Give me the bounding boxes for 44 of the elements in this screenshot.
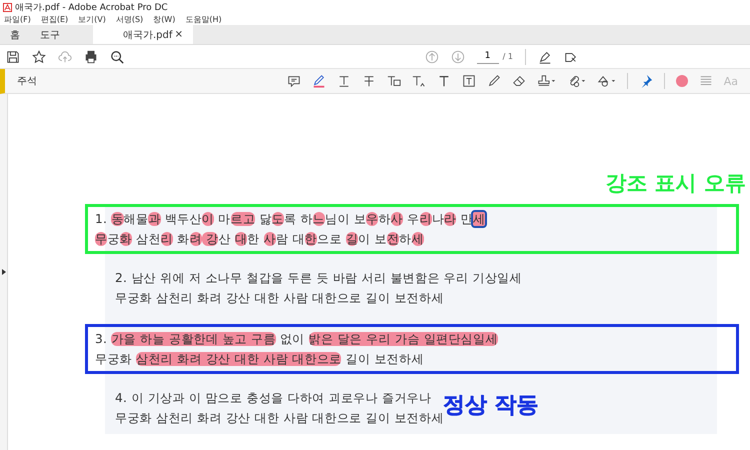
menu-item[interactable]: 창(W) bbox=[153, 14, 176, 25]
pen-sign-icon[interactable] bbox=[538, 50, 552, 64]
text-underline-icon[interactable] bbox=[336, 74, 351, 88]
highlighter-icon[interactable] bbox=[312, 74, 326, 88]
eraser-icon[interactable] bbox=[512, 74, 526, 88]
window-title: 애국가.pdf - Adobe Acrobat Pro DC bbox=[15, 2, 168, 14]
menu-item[interactable]: 편집(E) bbox=[40, 14, 68, 25]
text-line: 무궁화 삼천리 화려 강산 대한 사람 대한으로 길이 보전하세 bbox=[115, 410, 444, 427]
annotation-label: 정상 작동 bbox=[443, 392, 539, 420]
sticky-note-icon[interactable] bbox=[286, 74, 301, 88]
text-insert-icon[interactable] bbox=[412, 74, 426, 88]
menu-item[interactable]: 파일(F) bbox=[4, 14, 31, 25]
text-line: 4. 이 기상과 이 맘으로 충성을 다하여 괴로우나 즐거우나 bbox=[115, 390, 432, 407]
menu-item[interactable]: 도움말(H) bbox=[185, 14, 222, 25]
text-line: 무궁화 삼천리 화려 강산 대한 사람 대한으로 길이 보전하세 bbox=[95, 351, 424, 368]
page-count: / 1 bbox=[502, 52, 513, 61]
pdf-file-icon bbox=[3, 2, 12, 12]
line-width-icon[interactable] bbox=[698, 74, 713, 88]
text-line: 1. 동해물과 백두산이 마르고 닳도록 하느님이 보우하사 우리 나라 만세 bbox=[95, 211, 486, 228]
stamp-icon[interactable] bbox=[536, 74, 556, 88]
text-strikethrough-icon[interactable] bbox=[362, 74, 376, 88]
shapes-icon[interactable] bbox=[596, 74, 616, 88]
menu-item[interactable]: 서명(S) bbox=[116, 14, 144, 25]
text-line: 3. 가을 하늘 공활한데 높고 구름 없이 밝은 달은 우리 가슴 일편단심일세 bbox=[95, 331, 498, 348]
tab[interactable]: 홈 bbox=[0, 25, 30, 44]
expand-arrow-icon[interactable] bbox=[2, 269, 6, 275]
pencil-icon[interactable] bbox=[486, 74, 501, 88]
text-box-icon[interactable] bbox=[462, 74, 476, 88]
text-line: 무궁화 삼천리 화려 강산 대한 사람 대한으로 길이 보전하세 bbox=[115, 290, 444, 307]
print-icon[interactable] bbox=[84, 50, 98, 64]
tab-label[interactable]: 애국가.pdf bbox=[123, 28, 172, 42]
close-icon[interactable]: × bbox=[174, 29, 183, 40]
text-line: 2. 남산 위에 저 소나무 철갑을 두른 듯 바람 서리 불변함은 우리 기상일세 bbox=[115, 270, 522, 287]
menu-item[interactable]: 보기(V) bbox=[78, 14, 106, 25]
color-swatch[interactable] bbox=[676, 75, 688, 87]
text-tool-icon[interactable] bbox=[436, 74, 451, 88]
star-icon[interactable] bbox=[32, 50, 46, 64]
annotation-label: 강조 표시 오류 bbox=[605, 170, 746, 197]
text-replace-icon[interactable] bbox=[386, 74, 401, 88]
zoom-search-icon[interactable] bbox=[110, 50, 124, 64]
save-icon[interactable] bbox=[6, 50, 20, 64]
tab[interactable]: 도구 bbox=[30, 25, 70, 44]
toolbar-title: 주석 bbox=[17, 75, 37, 88]
page-number-field[interactable]: 1 bbox=[476, 50, 499, 64]
